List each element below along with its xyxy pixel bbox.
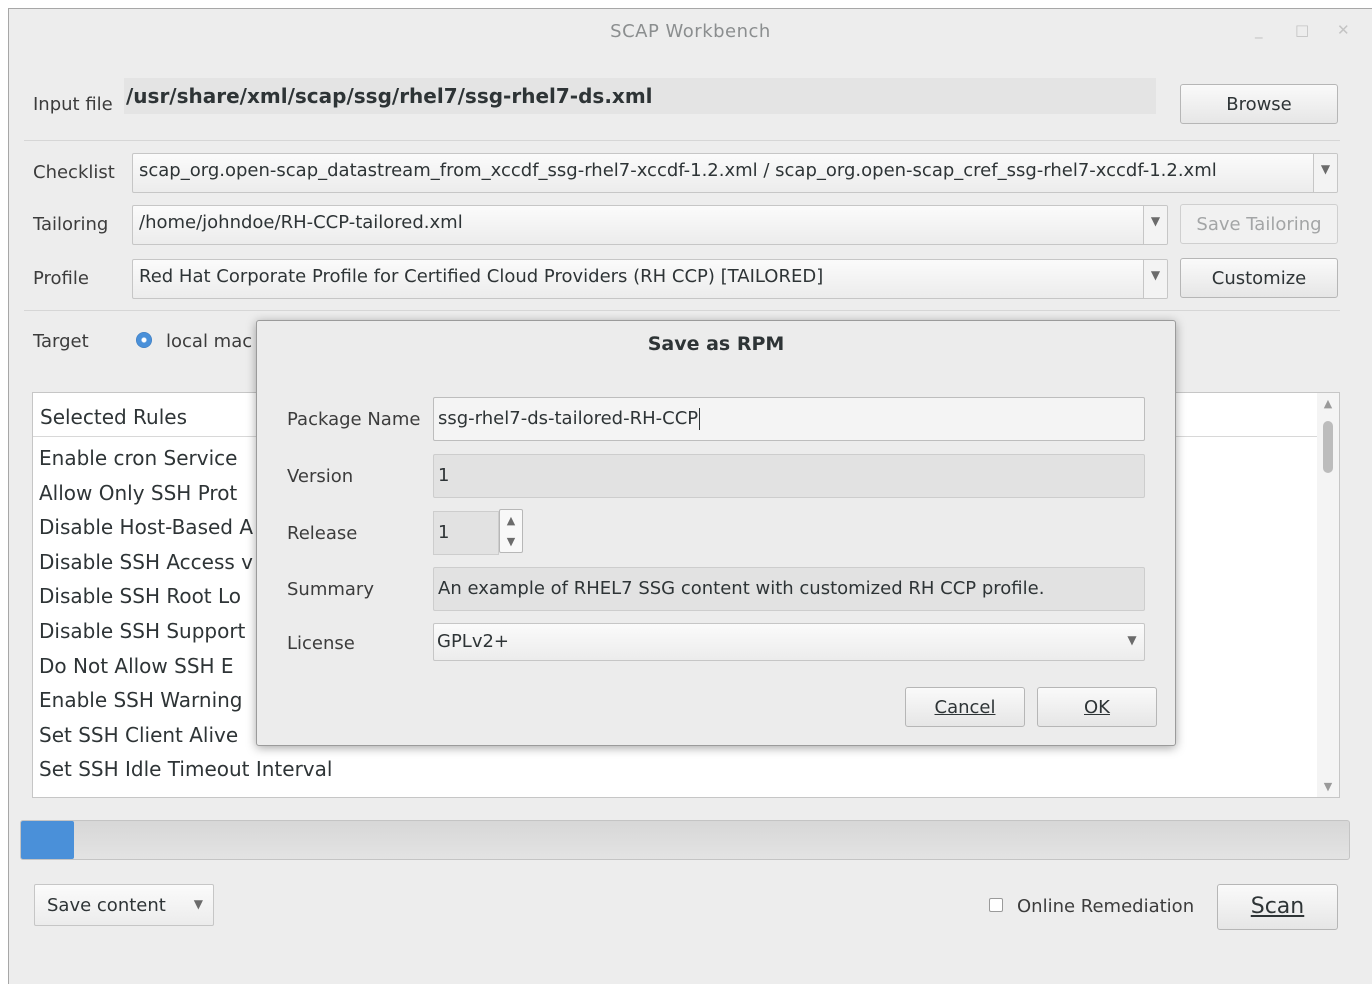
checklist-label: Checklist (33, 162, 115, 183)
cancel-button[interactable]: Cancel (905, 687, 1025, 727)
window-title: SCAP Workbench (610, 21, 771, 42)
chevron-down-icon: ▼ (1143, 206, 1167, 244)
save-content-dropdown[interactable]: Save content ▼ (34, 884, 214, 926)
ok-button[interactable]: OK (1037, 687, 1157, 727)
scroll-up-icon[interactable]: ▲ (1317, 397, 1339, 410)
rules-scrollbar[interactable]: ▲ ▼ (1317, 393, 1339, 797)
chevron-down-icon: ▼ (193, 897, 203, 911)
license-value: GPLv2+ (437, 631, 510, 652)
cancel-button-label: Cancel (934, 697, 996, 718)
profile-label: Profile (33, 268, 89, 289)
version-field[interactable]: 1 (433, 454, 1145, 498)
target-label: Target (33, 331, 89, 352)
version-value: 1 (438, 465, 450, 486)
profile-dropdown[interactable]: Red Hat Corporate Profile for Certified … (132, 259, 1168, 299)
scan-button-label: Scan (1250, 894, 1305, 919)
tailoring-value: /home/johndoe/RH-CCP-tailored.xml (139, 212, 463, 233)
save-tailoring-button[interactable]: Save Tailoring (1180, 204, 1338, 244)
title-bar: SCAP Workbench _ □ ✕ (9, 9, 1372, 55)
close-button[interactable]: ✕ (1337, 23, 1350, 38)
release-spinbox[interactable]: 1 (433, 511, 499, 555)
local-machine-label: local mac (166, 331, 253, 352)
online-remediation-checkbox[interactable] (989, 898, 1003, 912)
ok-button-label: OK (1084, 697, 1110, 718)
save-content-label: Save content (47, 895, 166, 916)
customize-button[interactable]: Customize (1180, 258, 1338, 298)
chevron-down-icon: ▼ (1143, 260, 1167, 298)
minimize-button[interactable]: _ (1255, 23, 1263, 38)
scan-progress-bar (20, 820, 1350, 860)
browse-button[interactable]: Browse (1180, 84, 1338, 124)
chevron-down-icon: ▼ (1313, 154, 1337, 192)
dialog-title: Save as RPM (647, 333, 785, 355)
divider (24, 140, 1340, 141)
package-name-value: ssg-rhel7-ds-tailored-RH-CCP (438, 408, 699, 429)
input-file-path: /usr/share/xml/scap/ssg/rhel7/ssg-rhel7-… (124, 78, 1156, 114)
local-machine-radio[interactable] (136, 332, 152, 348)
chevron-down-icon: ▼ (1127, 633, 1137, 647)
customize-button-label: Customize (1211, 268, 1307, 289)
scan-button[interactable]: Scan (1217, 884, 1338, 930)
summary-value: An example of RHEL7 SSG content with cus… (438, 578, 1045, 599)
release-value: 1 (438, 522, 450, 543)
package-name-field[interactable]: ssg-rhel7-ds-tailored-RH-CCP (433, 397, 1145, 441)
scroll-down-icon[interactable]: ▼ (1317, 780, 1339, 793)
save-as-rpm-dialog: Save as RPM Package Name ssg-rhel7-ds-ta… (256, 320, 1176, 746)
package-name-label: Package Name (287, 409, 421, 430)
text-caret (699, 408, 701, 430)
tailoring-dropdown[interactable]: /home/johndoe/RH-CCP-tailored.xml ▼ (132, 205, 1168, 245)
profile-value: Red Hat Corporate Profile for Certified … (139, 266, 824, 287)
summary-label: Summary (287, 579, 374, 600)
list-item[interactable]: Set SSH Idle Timeout Interval (39, 754, 332, 789)
checklist-value: scap_org.open-scap_datastream_from_xccdf… (139, 160, 1217, 181)
license-dropdown[interactable]: GPLv2+ ▼ (433, 623, 1145, 661)
online-remediation-label: Online Remediation (1017, 896, 1195, 917)
release-stepper[interactable]: ▲ ▼ (499, 509, 523, 553)
scroll-thumb[interactable] (1323, 421, 1333, 473)
summary-field[interactable]: An example of RHEL7 SSG content with cus… (433, 567, 1145, 611)
tailoring-label: Tailoring (33, 214, 109, 235)
input-file-label: Input file (33, 94, 113, 115)
release-label: Release (287, 523, 358, 544)
save-tailoring-label: Save Tailoring (1196, 214, 1322, 235)
progress-fill (21, 821, 75, 859)
maximize-button[interactable]: □ (1295, 23, 1309, 38)
divider (24, 310, 1340, 311)
checklist-dropdown[interactable]: scap_org.open-scap_datastream_from_xccdf… (132, 153, 1338, 193)
chevron-up-icon[interactable]: ▲ (500, 510, 522, 531)
browse-button-label: Browse (1226, 94, 1292, 115)
license-label: License (287, 633, 355, 654)
chevron-down-icon[interactable]: ▼ (500, 531, 522, 552)
version-label: Version (287, 466, 354, 487)
